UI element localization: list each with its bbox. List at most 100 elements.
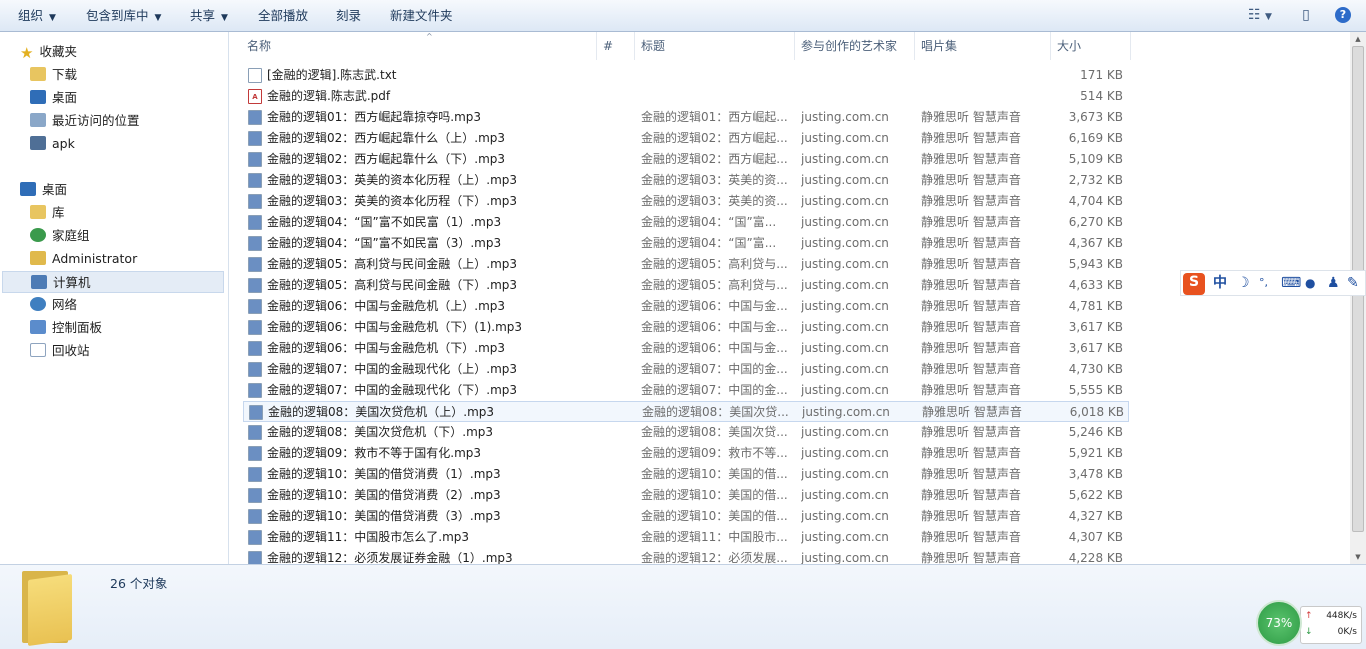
nav-recent-places[interactable]: 最近访问的位置 (30, 110, 140, 132)
user-folder-icon (30, 251, 46, 265)
column-header-album[interactable]: 唱片集 (915, 32, 1051, 60)
table-row[interactable]: 金融的逻辑02：西方崛起靠什么（下）.mp3 金融的逻辑02：西方崛起... jus… (243, 149, 1129, 170)
mp3-file-icon (248, 530, 262, 545)
tools-icon[interactable]: ✎ (1347, 274, 1359, 292)
file-album: 静雅思听 智慧声音 (921, 278, 1021, 292)
table-row[interactable]: 金融的逻辑11：中国股市怎么了.mp3 金融的逻辑11：中国股市... justin… (243, 527, 1129, 548)
nav-recycle-bin[interactable]: 回收站 (30, 340, 90, 362)
downloads-folder-icon (30, 67, 46, 81)
table-row[interactable]: A 金融的逻辑.陈志武.pdf 514 KB (243, 86, 1129, 107)
nav-desktop-favorite[interactable]: 桌面 (30, 87, 77, 109)
scroll-up-icon[interactable]: ▲ (1350, 32, 1366, 46)
table-row[interactable]: 金融的逻辑06：中国与金融危机（下）(1).mp3 金融的逻辑06：中国与金...… (243, 317, 1129, 338)
moon-icon[interactable]: ☽ (1237, 274, 1250, 292)
file-size: 5,921 KB (1068, 446, 1123, 460)
file-size: 514 KB (1080, 89, 1123, 103)
burn-button[interactable]: 刻录 (336, 0, 361, 31)
table-row[interactable]: 金融的逻辑12：必须发展证券金融（1）.mp3 金融的逻辑12：必须发展... ju… (243, 548, 1129, 564)
organize-button[interactable]: 组织 ▼ (18, 0, 56, 31)
include-in-library-button[interactable]: 包含到库中 ▼ (86, 0, 161, 31)
vertical-scrollbar[interactable]: ▲ ▼ (1350, 32, 1366, 564)
file-title: 金融的逻辑11：中国股市... (641, 530, 788, 544)
file-name: 金融的逻辑09：救市不等于国有化.mp3 (267, 446, 482, 460)
help-button[interactable]: ? (1335, 7, 1351, 23)
nav-apk[interactable]: apk (30, 133, 75, 155)
preview-pane-button[interactable]: ▯ (1296, 5, 1316, 25)
nav-administrator[interactable]: Administrator (30, 248, 137, 270)
mp3-file-icon (248, 362, 262, 377)
column-header-title[interactable]: 标题 (635, 32, 795, 60)
file-size: 3,617 KB (1068, 320, 1123, 334)
table-row[interactable]: 金融的逻辑08：美国次贷危机（上）.mp3 金融的逻辑08：美国次贷... just… (243, 401, 1129, 422)
table-row[interactable]: 金融的逻辑05：高利贷与民间金融（上）.mp3 金融的逻辑05：高利贷与... ju… (243, 254, 1129, 275)
table-row[interactable]: [金融的逻辑].陈志武.txt 171 KB (243, 65, 1129, 86)
file-artist: justing.com.cn (801, 509, 889, 523)
file-name: 金融的逻辑06：中国与金融危机（下）.mp3 (267, 341, 506, 355)
skin-icon[interactable]: ♟ (1327, 274, 1340, 292)
file-album: 静雅思听 智慧声音 (921, 488, 1021, 502)
file-album (921, 65, 1051, 86)
table-row[interactable]: 金融的逻辑10：美国的借贷消费（1）.mp3 金融的逻辑10：美国的借... jus… (243, 464, 1129, 485)
view-options-button[interactable]: ☷ ▼ (1242, 5, 1278, 25)
table-row[interactable]: 金融的逻辑01：西方崛起靠掠夺吗.mp3 金融的逻辑01：西方崛起... justi… (243, 107, 1129, 128)
table-row[interactable]: 金融的逻辑04：“国”富不如民富（1）.mp3 金融的逻辑04：“国”富... ju… (243, 212, 1129, 233)
nav-downloads[interactable]: 下载 (30, 64, 77, 86)
table-row[interactable]: 金融的逻辑05：高利贷与民间金融（下）.mp3 金融的逻辑05：高利贷与... ju… (243, 275, 1129, 296)
column-header-size[interactable]: 大小 (1051, 32, 1131, 60)
file-album: 静雅思听 智慧声音 (921, 509, 1021, 523)
table-row[interactable]: 金融的逻辑04：“国”富不如民富（3）.mp3 金融的逻辑04：“国”富... ju… (243, 233, 1129, 254)
nav-libraries[interactable]: 库 (30, 202, 65, 224)
mp3-file-icon (248, 278, 262, 293)
file-size: 5,622 KB (1068, 488, 1123, 502)
table-row[interactable]: 金融的逻辑03：英美的资本化历程（下）.mp3 金融的逻辑03：英美的资... ju… (243, 191, 1129, 212)
punctuation-icon[interactable]: °, (1259, 274, 1268, 292)
scroll-down-icon[interactable]: ▼ (1350, 550, 1366, 564)
file-title: 金融的逻辑01：西方崛起... (641, 110, 788, 124)
table-row[interactable]: 金融的逻辑09：救市不等于国有化.mp3 金融的逻辑09：救市不等... justi… (243, 443, 1129, 464)
user-icon[interactable]: ● (1305, 274, 1315, 292)
file-artist: justing.com.cn (801, 194, 889, 208)
mp3-file-icon (248, 467, 262, 482)
network-speed-widget[interactable]: ↑ 448K/s ↓ 0K/s 73% (1256, 600, 1362, 646)
file-title: 金融的逻辑03：英美的资... (641, 194, 788, 208)
table-row[interactable]: 金融的逻辑10：美国的借贷消费（2）.mp3 金融的逻辑10：美国的借... jus… (243, 485, 1129, 506)
file-artist: justing.com.cn (801, 215, 889, 229)
table-row[interactable]: 金融的逻辑07：中国的金融现代化（上）.mp3 金融的逻辑07：中国的金... ju… (243, 359, 1129, 380)
keyboard-icon[interactable]: ⌨ (1281, 274, 1301, 292)
column-header-name[interactable]: 名称 ^ (241, 32, 597, 60)
table-row[interactable]: 金融的逻辑03：英美的资本化历程（上）.mp3 金融的逻辑03：英美的资... ju… (243, 170, 1129, 191)
new-folder-button[interactable]: 新建文件夹 (390, 0, 453, 31)
file-name: 金融的逻辑06：中国与金融危机（下）(1).mp3 (267, 320, 523, 334)
txt-file-icon (248, 68, 262, 83)
file-artist: justing.com.cn (801, 320, 889, 334)
table-row[interactable]: 金融的逻辑06：中国与金融危机（下）.mp3 金融的逻辑06：中国与金... jus… (243, 338, 1129, 359)
nav-homegroup[interactable]: 家庭组 (30, 225, 90, 247)
file-name: 金融的逻辑02：西方崛起靠什么（上）.mp3 (267, 131, 506, 145)
file-album: 静雅思听 智慧声音 (921, 446, 1021, 460)
table-row[interactable]: 金融的逻辑07：中国的金融现代化（下）.mp3 金融的逻辑07：中国的金... ju… (243, 380, 1129, 401)
nav-computer[interactable]: 计算机 (2, 271, 224, 293)
file-artist: justing.com.cn (801, 131, 889, 145)
file-album: 静雅思听 智慧声音 (921, 467, 1021, 481)
nav-favorites[interactable]: ★ 收藏夹 (20, 41, 77, 63)
table-row[interactable]: 金融的逻辑06：中国与金融危机（上）.mp3 金融的逻辑06：中国与金... jus… (243, 296, 1129, 317)
folder-icon (22, 571, 74, 647)
play-all-button[interactable]: 全部播放 (258, 0, 308, 31)
file-artist: justing.com.cn (801, 446, 889, 460)
table-row[interactable]: 金融的逻辑10：美国的借贷消费（3）.mp3 金融的逻辑10：美国的借... jus… (243, 506, 1129, 527)
ime-language-toggle[interactable]: 中 (1213, 274, 1227, 292)
table-row[interactable]: 金融的逻辑08：美国次贷危机（下）.mp3 金融的逻辑08：美国次贷... just… (243, 422, 1129, 443)
file-size: 4,781 KB (1068, 299, 1123, 313)
column-header-artist[interactable]: 参与创作的艺术家 (795, 32, 915, 60)
column-header-track[interactable]: # (597, 32, 635, 60)
nav-control-panel[interactable]: 控制面板 (30, 317, 102, 339)
file-artist: justing.com.cn (801, 362, 889, 376)
desktop-icon (20, 182, 36, 196)
share-button[interactable]: 共享 ▼ (190, 0, 228, 31)
table-row[interactable]: 金融的逻辑02：西方崛起靠什么（上）.mp3 金融的逻辑02：西方崛起... jus… (243, 128, 1129, 149)
sogou-logo-icon[interactable]: S (1183, 273, 1205, 295)
file-size: 4,704 KB (1068, 194, 1123, 208)
nav-network[interactable]: 网络 (30, 294, 77, 316)
file-size: 4,730 KB (1068, 362, 1123, 376)
nav-desktop[interactable]: 桌面 (20, 179, 67, 201)
